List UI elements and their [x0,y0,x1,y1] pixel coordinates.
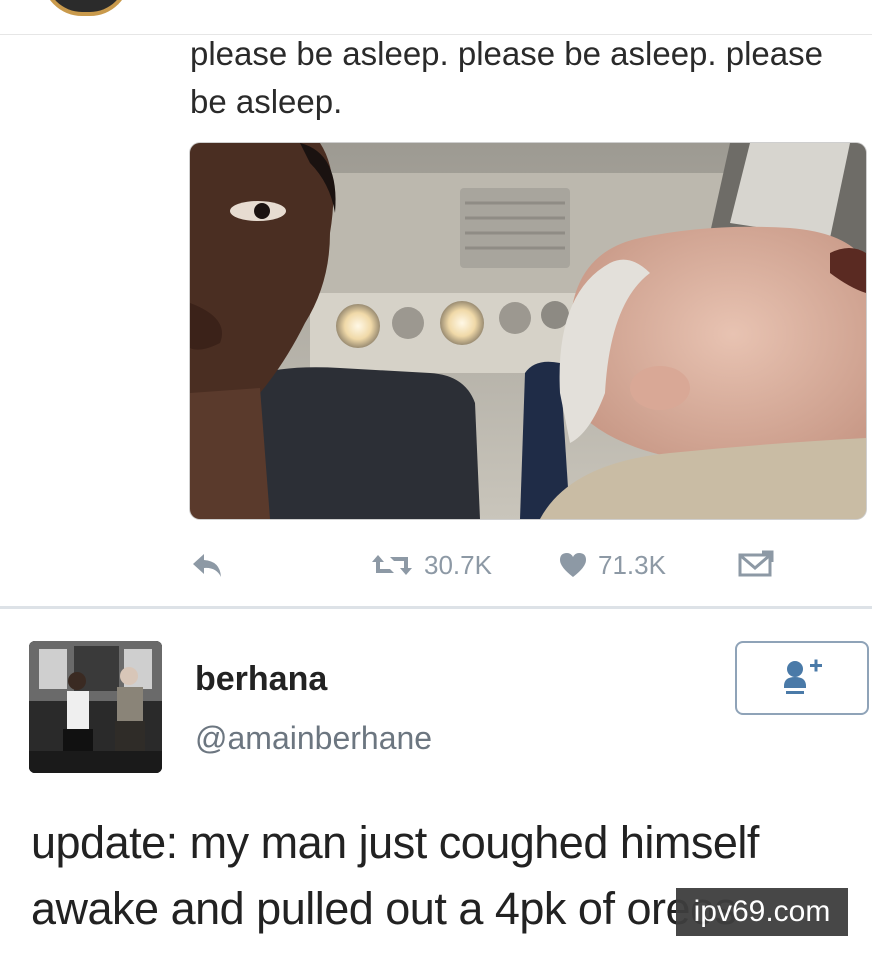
avatar[interactable] [29,641,162,773]
like-count: 71.3K [598,549,666,580]
reply-icon [193,554,221,577]
envelope-icon [738,550,774,577]
display-name[interactable]: berhana [195,660,327,699]
tweet-actions: 30.7K 71.3K [190,542,850,592]
user-handle[interactable]: @amainberhane [195,720,432,757]
retweet-count: 30.7K [424,549,492,580]
airplane-selfie-image [190,143,866,519]
heart-icon [560,553,586,577]
direct-message-button[interactable] [738,542,774,588]
follow-button[interactable] [735,641,869,715]
reply-button[interactable] [190,542,224,588]
avatar-image [29,641,162,773]
avatar-cropped[interactable] [42,0,130,16]
add-user-icon [784,659,822,694]
retweet-icon [372,555,412,575]
retweet-button[interactable]: 30.7K [370,542,492,588]
tweet-text: please be asleep. please be asleep. plea… [190,35,823,120]
tweet-divider [0,606,872,609]
like-button[interactable]: 71.3K [558,542,666,588]
tweet-photo[interactable] [190,143,866,519]
watermark: ipv69.com [676,888,848,936]
